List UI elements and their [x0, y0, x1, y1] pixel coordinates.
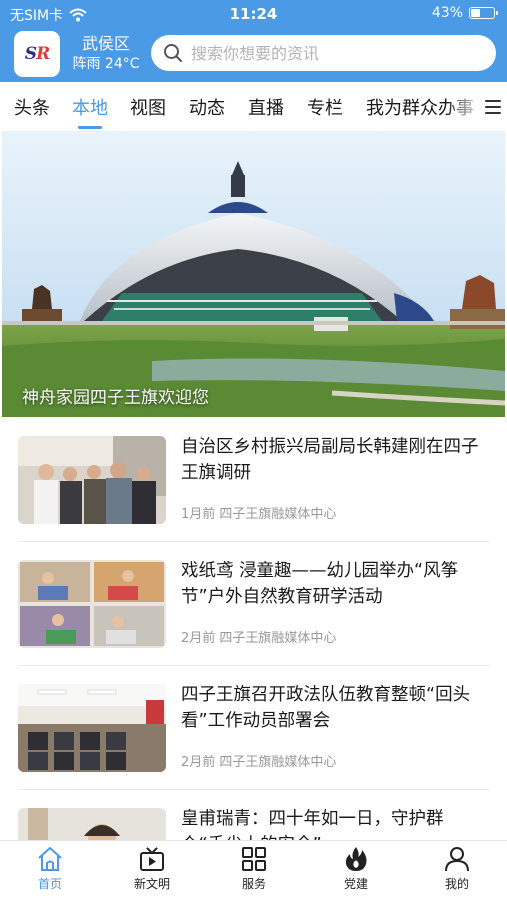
- tabbar-label: 首页: [37, 877, 62, 891]
- battery-icon: [469, 7, 498, 19]
- bottom-tab-bar: 首页 新文明 服务 党建 我的: [0, 840, 507, 900]
- tab-news-feed[interactable]: 动态: [189, 94, 225, 120]
- tabbar-label: 党建: [343, 877, 368, 891]
- news-thumbnail: [18, 684, 166, 772]
- tab-columns[interactable]: 专栏: [307, 94, 343, 120]
- news-item[interactable]: 戏纸鸢 浸童趣——幼儿园举办“风筝节”户外自然教育研学活动 2月前 四子王旗融媒…: [18, 542, 490, 666]
- news-time: 1月前: [181, 507, 216, 522]
- tabbar-services[interactable]: 服务: [214, 845, 294, 892]
- user-icon: [445, 847, 469, 872]
- tab-live[interactable]: 直播: [248, 94, 284, 120]
- news-source: 四子王旗融媒体中心: [219, 755, 337, 770]
- news-time: 2月前: [181, 631, 216, 646]
- search-bar[interactable]: [151, 35, 496, 71]
- news-meta: 2月前 四子王旗融媒体中心: [181, 627, 336, 646]
- search-icon: [164, 44, 182, 62]
- tabbar-label: 我的: [444, 877, 469, 891]
- category-tabs: 头条 本地 视图 动态 直播 专栏 我为群众办事: [0, 82, 507, 130]
- tabbar-label: 服务: [241, 877, 266, 891]
- tabbar-home[interactable]: 首页: [10, 845, 90, 892]
- battery-status: 43%: [431, 5, 498, 21]
- flame-icon: [345, 847, 367, 871]
- banner-image: [2, 131, 505, 417]
- tab-local[interactable]: 本地: [72, 94, 108, 120]
- news-source: 四子王旗融媒体中心: [219, 631, 337, 646]
- tabbar-party[interactable]: 党建: [316, 845, 396, 892]
- battery-percent: 43%: [431, 5, 463, 21]
- news-time: 2月前: [181, 755, 216, 770]
- news-item[interactable]: 四子王旗召开政法队伍教育整顿“回头看”工作动员部署会 2月前 四子王旗融媒体中心: [18, 666, 490, 790]
- news-title: 自治区乡村振兴局副局长韩建刚在四子王旗调研: [181, 437, 479, 483]
- news-source: 四子王旗融媒体中心: [219, 507, 337, 522]
- tab-fade: [445, 82, 485, 130]
- tab-headlines[interactable]: 头条: [14, 94, 50, 120]
- app-logo[interactable]: SR: [14, 31, 60, 77]
- tabbar-profile[interactable]: 我的: [417, 845, 497, 892]
- weather-text: 阵雨 24°C: [72, 56, 140, 72]
- location-name: 武侯区: [81, 34, 130, 53]
- active-tab-indicator: [78, 126, 102, 129]
- news-title: 四子王旗召开政法队伍教育整顿“回头看”工作动员部署会: [181, 685, 471, 731]
- banner-caption: 神舟家园四子王旗欢迎您: [22, 388, 209, 408]
- tabbar-civilization[interactable]: 新文明: [112, 845, 192, 892]
- banner-carousel[interactable]: 神舟家园四子王旗欢迎您: [2, 131, 505, 417]
- news-item[interactable]: 自治区乡村振兴局副局长韩建刚在四子王旗调研 1月前 四子王旗融媒体中心: [18, 418, 490, 542]
- grid-icon: [242, 847, 266, 871]
- menu-icon[interactable]: [485, 96, 501, 116]
- tabbar-label: 新文明: [133, 877, 170, 891]
- news-meta: 1月前 四子王旗融媒体中心: [181, 503, 336, 522]
- app-header: 无SIM卡 11:24 43% SR 武侯区 阵雨 24°C: [0, 0, 507, 82]
- tab-video[interactable]: 视图: [130, 94, 166, 120]
- news-thumbnail: [18, 560, 166, 648]
- home-icon: [38, 847, 62, 871]
- news-thumbnail: [18, 436, 166, 524]
- news-meta: 2月前 四子王旗融媒体中心: [181, 751, 336, 770]
- tv-icon: [140, 847, 164, 871]
- search-input[interactable]: [191, 43, 481, 63]
- location-weather[interactable]: 武侯区 阵雨 24°C: [68, 34, 144, 74]
- status-bar: 无SIM卡 11:24 43%: [0, 0, 507, 28]
- news-title: 戏纸鸢 浸童趣——幼儿园举办“风筝节”户外自然教育研学活动: [181, 561, 459, 607]
